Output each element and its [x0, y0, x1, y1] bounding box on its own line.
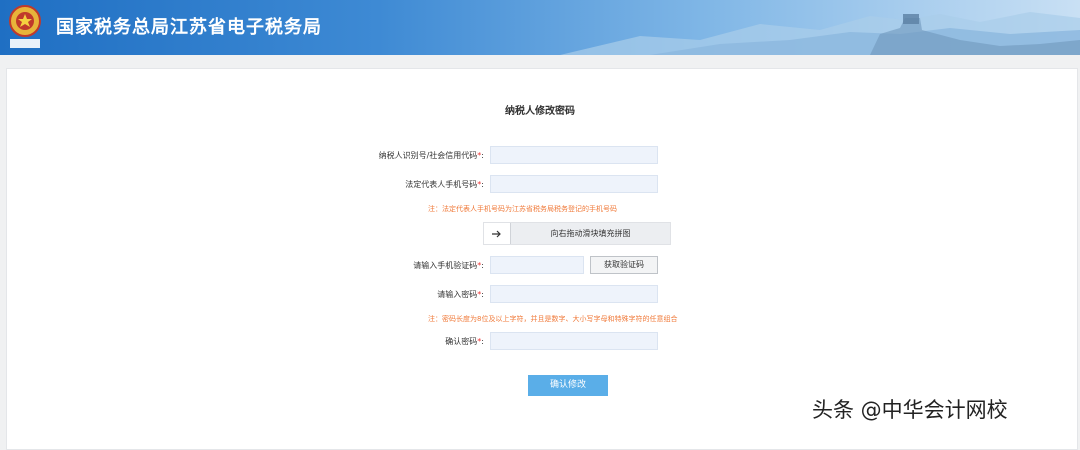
password-note: 注：密码长度为8位及以上字符，并且是数字、大小写字母和特殊字符的任意组合 [428, 315, 678, 323]
confirm-password-input[interactable] [490, 332, 658, 350]
sms-code-input[interactable] [490, 256, 584, 274]
submit-button[interactable]: 确认修改 [528, 375, 608, 396]
slider-captcha[interactable]: 向右拖动滑块填充拼图 [483, 222, 671, 245]
site-title: 国家税务总局江苏省电子税务局 [56, 17, 322, 38]
password-label: 请输入密码*: [437, 290, 484, 299]
taxpayer-id-input[interactable] [490, 146, 658, 164]
site-header: 国家税务总局江苏省电子税务局 [0, 0, 1080, 55]
taxpayer-id-label: 纳税人识别号/社会信用代码*: [378, 151, 484, 160]
slider-handle[interactable] [484, 223, 511, 244]
arrow-right-icon [492, 230, 501, 237]
get-code-button[interactable]: 获取验证码 [590, 256, 658, 274]
tax-emblem-logo [9, 5, 41, 48]
password-input[interactable] [490, 285, 658, 303]
phone-input[interactable] [490, 175, 658, 193]
sms-code-label: 请输入手机验证码*: [413, 261, 484, 270]
phone-label: 法定代表人手机号码*: [405, 180, 484, 189]
confirm-password-label: 确认密码*: [445, 337, 484, 346]
slider-text: 向右拖动滑块填充拼图 [550, 229, 631, 238]
phone-note: 注：法定代表人手机号码为江苏省税务局税务登记的手机号码 [428, 205, 617, 213]
watermark: 头条 @中华会计网校 [812, 398, 1008, 422]
page-title: 纳税人修改密码 [505, 106, 575, 117]
